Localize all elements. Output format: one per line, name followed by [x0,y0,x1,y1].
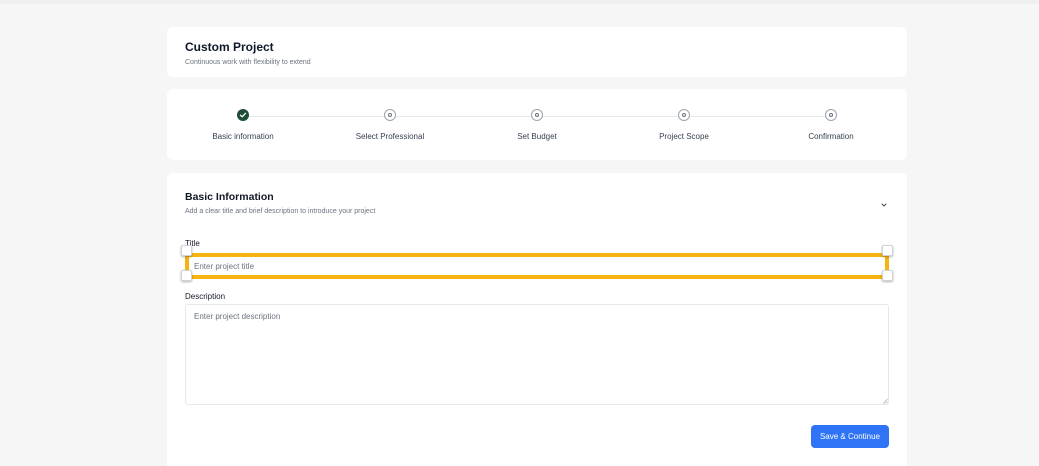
circle-dot-icon [825,109,837,121]
page-subtitle: Continuous work with flexibility to exte… [185,59,311,66]
chevron-down-icon[interactable] [880,201,888,209]
step-set-budget[interactable]: Set Budget [472,109,602,141]
step-project-scope[interactable]: Project Scope [619,109,749,141]
check-icon [237,109,249,121]
section-subtitle: Add a clear title and brief description … [185,208,376,215]
circle-dot-icon [384,109,396,121]
title-field-selection [181,245,893,281]
step-select-professional[interactable]: Select Professional [325,109,455,141]
step-label: Select Professional [355,132,425,141]
progress-stepper: Basic information Select Professional Se… [167,89,907,160]
top-strip [0,0,1039,4]
step-label: Set Budget [517,132,557,141]
resize-handle-bottom-left[interactable] [181,270,192,281]
project-header-card: Custom Project Continuous work with flex… [167,27,907,77]
circle-dot-icon [678,109,690,121]
step-confirmation[interactable]: Confirmation [766,109,896,141]
step-basic-information[interactable]: Basic information [178,109,308,141]
project-title-input[interactable] [189,257,885,275]
description-label: Description [185,292,226,301]
circle-dot-icon [531,109,543,121]
resize-handle-bottom-right[interactable] [882,270,893,281]
step-label: Basic information [212,132,274,141]
save-continue-button[interactable]: Save & Continue [811,425,889,448]
step-label: Project Scope [659,132,709,141]
step-label: Confirmation [808,132,854,141]
resize-handle-top-left[interactable] [181,245,192,256]
basic-information-section: Basic Information Add a clear title and … [167,173,907,466]
textarea-resize-icon[interactable] [882,398,888,404]
page-title: Custom Project [185,40,274,54]
project-description-input[interactable] [185,304,889,405]
resize-handle-top-right[interactable] [882,245,893,256]
section-title: Basic Information [185,191,274,203]
